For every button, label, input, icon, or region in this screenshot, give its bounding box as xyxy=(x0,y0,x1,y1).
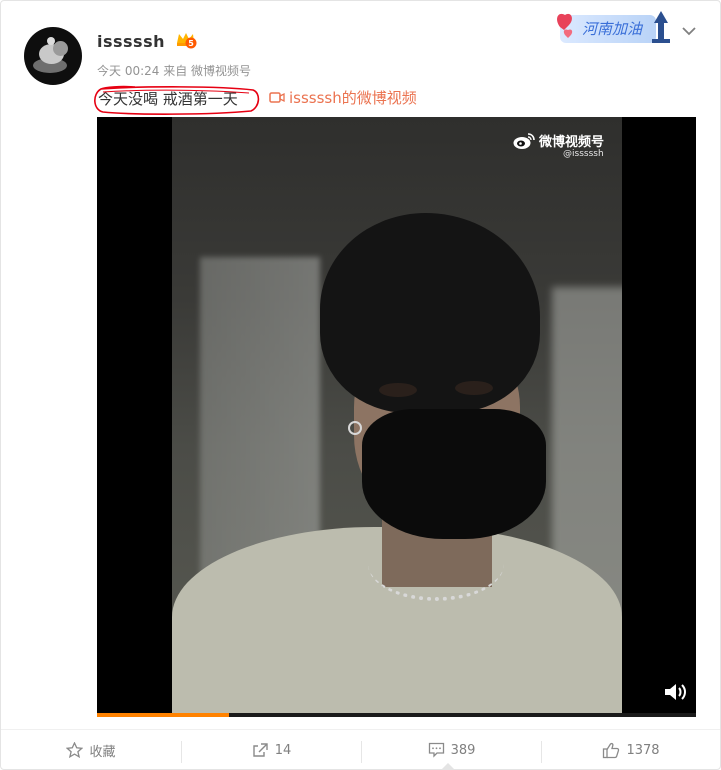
video-watermark-handle: @isssssh xyxy=(563,149,604,159)
vip-level-icon[interactable]: 5 xyxy=(175,31,197,49)
speaker-icon[interactable] xyxy=(663,682,687,702)
user-avatar[interactable] xyxy=(24,27,82,85)
red-annotation-circle xyxy=(94,85,260,115)
video-link-label: isssssh的微博视频 xyxy=(289,89,417,107)
video-player[interactable]: 微博视频号 @isssssh xyxy=(97,117,696,717)
share-arrow-icon xyxy=(253,743,268,757)
comment-count: 389 xyxy=(450,742,476,758)
post-source[interactable]: 来自 微博视频号 xyxy=(163,64,251,78)
video-progress-bar[interactable] xyxy=(97,713,696,717)
username-link[interactable]: isssssh xyxy=(97,32,165,51)
video-progress-fill xyxy=(97,713,229,717)
video-frame xyxy=(172,117,622,717)
like-button[interactable]: 1378 xyxy=(542,730,720,770)
watermark-brand-text: 微博视频号 xyxy=(539,135,605,150)
henan-jiayou-badge[interactable]: 河南加油 xyxy=(554,9,672,47)
vip-level-number: 5 xyxy=(188,39,194,48)
repost-button[interactable]: 14 xyxy=(182,730,361,770)
thumbs-up-icon xyxy=(603,742,620,758)
weibo-post-card: isssssh 5 今天 00:24 来自 微博视频号 河南加油 今天没喝 戒酒… xyxy=(0,0,721,770)
repost-count: 14 xyxy=(274,742,292,758)
comment-bubble-icon xyxy=(428,742,444,758)
chevron-down-icon[interactable] xyxy=(681,25,697,37)
badge-label: 河南加油 xyxy=(582,20,644,38)
comment-pointer xyxy=(442,763,454,769)
post-time[interactable]: 今天 00:24 xyxy=(97,64,159,78)
post-meta: 今天 00:24 来自 微博视频号 xyxy=(97,62,251,79)
like-count: 1378 xyxy=(626,742,660,758)
weibo-logo-icon xyxy=(513,132,535,149)
star-icon xyxy=(66,742,84,758)
favorite-label: 收藏 xyxy=(89,744,116,760)
video-camera-icon xyxy=(269,92,285,103)
video-watermark-brand: 微博视频号 xyxy=(513,131,604,150)
favorite-button[interactable]: 收藏 xyxy=(1,730,181,770)
weibo-video-link[interactable]: isssssh的微博视频 xyxy=(269,87,417,108)
